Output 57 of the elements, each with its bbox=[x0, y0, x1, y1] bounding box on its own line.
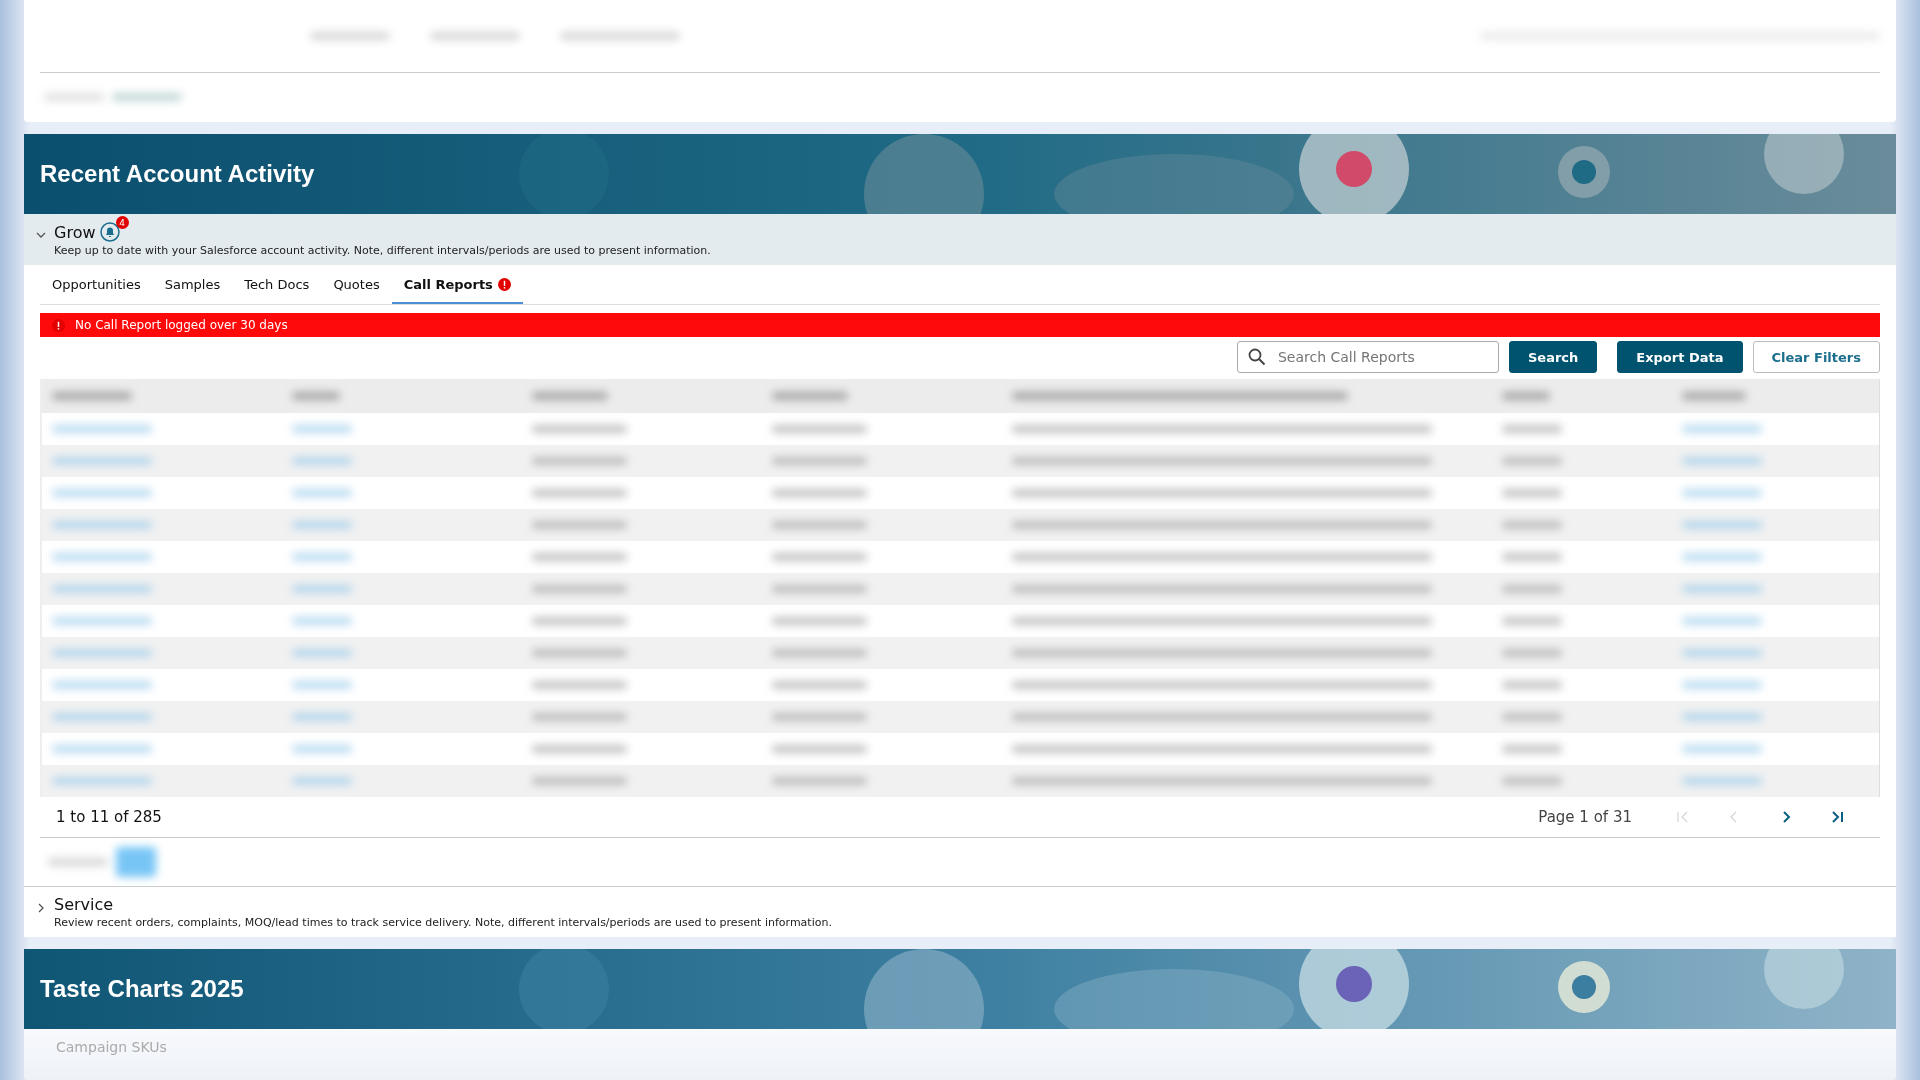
action-button[interactable]: Search bbox=[1508, 341, 1598, 373]
alert-icon bbox=[497, 278, 511, 291]
tab[interactable]: Samples bbox=[152, 265, 233, 304]
blurred-text bbox=[292, 392, 340, 400]
blurred-text bbox=[292, 457, 352, 465]
section-title: Grow bbox=[54, 222, 96, 242]
alert-icon bbox=[52, 318, 65, 332]
blurred-text bbox=[1502, 681, 1562, 689]
blurred-text bbox=[292, 745, 352, 753]
blurred-text bbox=[1502, 713, 1562, 721]
blurred-text bbox=[292, 617, 352, 625]
tab[interactable]: Opportunities bbox=[40, 265, 153, 304]
tab[interactable]: Tech Docs bbox=[232, 265, 322, 304]
action-button[interactable]: Export Data bbox=[1617, 341, 1743, 373]
blurred-text bbox=[1502, 777, 1562, 785]
blurred-text bbox=[1502, 489, 1562, 497]
blurred-text bbox=[1682, 392, 1746, 400]
section-title: Service bbox=[54, 895, 114, 914]
blurred-text bbox=[1502, 745, 1562, 753]
blurred-text bbox=[116, 847, 156, 877]
blurred-text bbox=[292, 681, 352, 689]
blurred-text bbox=[292, 521, 352, 529]
blurred-text bbox=[292, 425, 352, 433]
blurred-text bbox=[292, 649, 352, 657]
section-description: Keep up to date with your Salesforce account activity. Note, different intervals/periods are used to present information. bbox=[54, 244, 711, 257]
blurred-text bbox=[1502, 425, 1562, 433]
blurred-text bbox=[292, 777, 352, 785]
section-description: Review recent orders, complaints, MOQ/lead times to track service delivery. Note, different intervals/periods are used to present information. bbox=[54, 916, 832, 929]
banner-title: Taste Charts 2025 bbox=[40, 974, 244, 1004]
blurred-text bbox=[292, 553, 352, 561]
notification-badge: 4 bbox=[115, 216, 129, 229]
chevron-icon[interactable] bbox=[36, 903, 46, 913]
blurred-text bbox=[1502, 585, 1562, 593]
blurred-text bbox=[1502, 553, 1562, 561]
record-range: 1 to 11 of 285 bbox=[56, 808, 162, 826]
alert-message: No Call Report logged over 30 days bbox=[75, 318, 288, 332]
page-indicator: Page 1 of 31 bbox=[1538, 808, 1632, 826]
section-title: Campaign SKUs bbox=[55, 1038, 168, 1057]
blurred-text bbox=[112, 93, 182, 101]
tab[interactable]: Call Reports bbox=[391, 265, 523, 304]
blurred-text bbox=[292, 585, 352, 593]
section-header[interactable]: Service Review recent orders, complaints, MOQ/lead times to track service delivery. Note, different intervals/periods are used to present information. bbox=[24, 886, 1896, 937]
section-header[interactable]: Grow 4 Keep up to date with your Salesforce account activity. Note, different intervals/periods are used to present information. bbox=[24, 214, 1896, 265]
bell-icon bbox=[99, 222, 120, 242]
banner-title: Recent Account Activity bbox=[40, 159, 315, 189]
tab[interactable]: Quotes bbox=[321, 265, 392, 304]
blurred-text bbox=[1502, 521, 1562, 529]
blurred-text bbox=[1502, 457, 1562, 465]
chevron-icon[interactable] bbox=[36, 230, 46, 240]
blurred-text bbox=[292, 713, 352, 721]
search-box[interactable]: Search Call Reports bbox=[1236, 341, 1499, 373]
blurred-text bbox=[1502, 392, 1550, 400]
blurred-text bbox=[292, 489, 352, 497]
blurred-text bbox=[1502, 617, 1562, 625]
blurred-text bbox=[1502, 649, 1562, 657]
action-button[interactable]: Clear Filters bbox=[1752, 341, 1880, 373]
search-icon bbox=[1247, 348, 1266, 366]
